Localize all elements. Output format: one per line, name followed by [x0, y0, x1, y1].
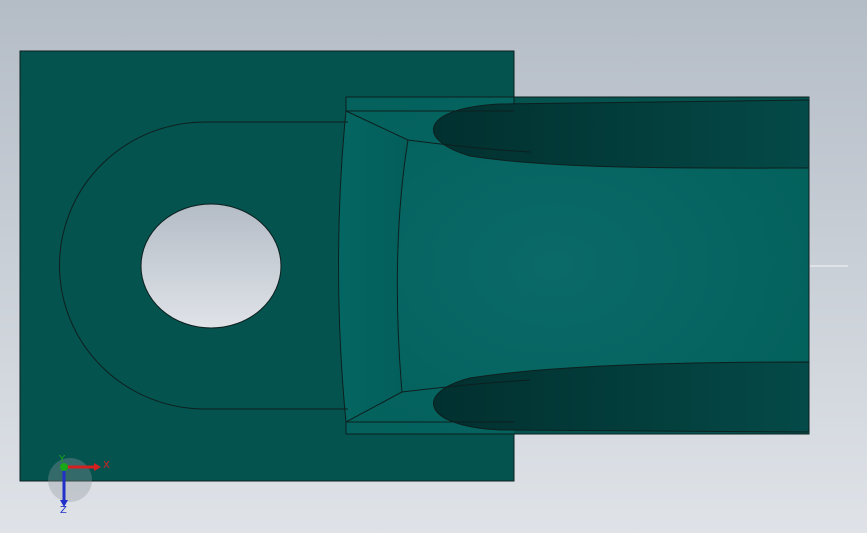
through-hole[interactable]	[140, 203, 282, 329]
triad-shadow	[48, 458, 92, 502]
top-groove	[433, 99, 810, 169]
shaft-collar	[338, 110, 409, 423]
y-axis-label: Y	[58, 454, 66, 465]
model-scene[interactable]: X Y Z	[0, 0, 867, 533]
z-axis-label: Z	[60, 505, 67, 516]
x-axis-label: X	[103, 460, 110, 471]
graphics-viewport[interactable]: X Y Z	[0, 0, 867, 533]
